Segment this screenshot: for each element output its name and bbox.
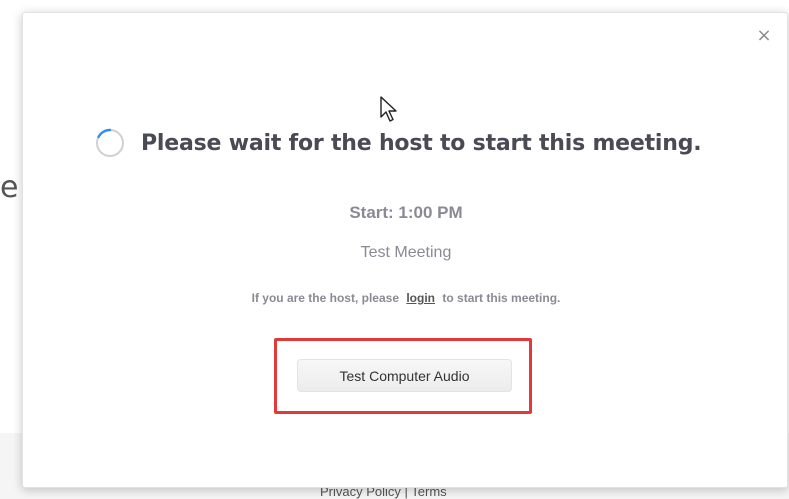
waiting-for-host-dialog: × Please wait for the host to start this… (22, 12, 788, 488)
meeting-name: Test Meeting (360, 244, 452, 261)
host-login-prompt: If you are the host, please login to sta… (23, 291, 789, 305)
login-link[interactable]: login (406, 291, 435, 305)
page: e Privacy Policy | Terms × Please wait f… (0, 0, 789, 499)
background-partial-text: e (0, 170, 19, 205)
test-computer-audio-button[interactable]: Test Computer Audio (297, 359, 512, 392)
host-prompt-suffix: to start this meeting. (442, 291, 561, 305)
mouse-pointer-icon (380, 96, 397, 122)
loading-spinner-icon (96, 128, 124, 157)
host-prompt-prefix: If you are the host, please (251, 291, 399, 305)
close-icon[interactable]: × (755, 27, 773, 45)
meeting-start-time: Start: 1:00 PM (349, 203, 463, 222)
headline-text: Please wait for the host to start this m… (141, 130, 702, 156)
headline-row: Please wait for the host to start this m… (95, 123, 702, 163)
